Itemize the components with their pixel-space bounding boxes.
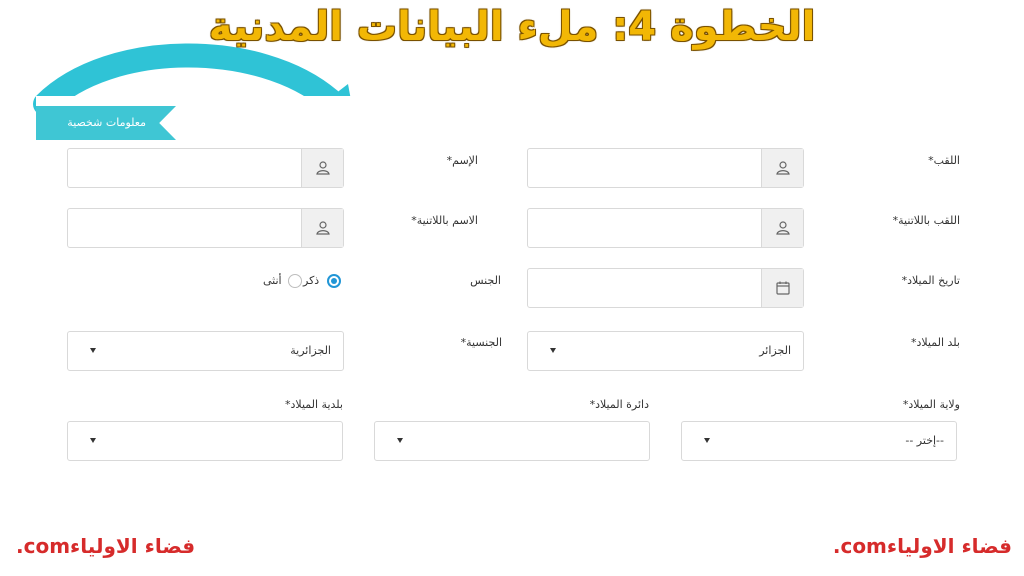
nationality-value: الجزائرية <box>290 344 331 357</box>
surname-input[interactable] <box>527 148 804 188</box>
birth-wilaya-value: --إختر -- <box>905 434 944 447</box>
footer-watermark-right: .comفضاء الاولياء <box>832 534 1012 558</box>
user-icon <box>301 209 343 247</box>
birth-daira-label: دائرة الميلاد* <box>589 398 649 411</box>
chevron-down-icon <box>550 348 556 353</box>
birth-country-value: الجزائر <box>759 344 791 357</box>
nationality-select[interactable]: الجزائرية <box>67 331 344 371</box>
chevron-down-icon <box>704 438 710 443</box>
first-name-label: الإسم* <box>446 154 478 167</box>
gender-male-label: ذكر <box>303 274 320 287</box>
footer-watermark-left: .comفضاء الاولياء <box>16 534 196 558</box>
birth-wilaya-select[interactable]: --إختر -- <box>681 421 957 461</box>
chevron-down-icon <box>90 438 96 443</box>
user-icon <box>761 149 803 187</box>
first-name-latin-input[interactable] <box>67 208 344 248</box>
gender-female-label: أنثى <box>263 274 282 287</box>
birth-date-label: تاريخ الميلاد* <box>901 274 960 287</box>
first-name-latin-label: الاسم باللاتنية* <box>411 214 478 227</box>
birth-country-select[interactable]: الجزائر <box>527 331 804 371</box>
surname-label: اللقب* <box>928 154 960 167</box>
calendar-icon[interactable] <box>761 269 803 307</box>
first-name-input[interactable] <box>67 148 344 188</box>
birth-commune-label: بلدية الميلاد* <box>285 398 343 411</box>
birth-commune-select[interactable] <box>67 421 343 461</box>
surname-latin-label: اللقب باللاتنية* <box>892 214 960 227</box>
birth-wilaya-label: ولاية الميلاد* <box>902 398 960 411</box>
gender-label: الجنس <box>470 274 501 287</box>
user-icon <box>761 209 803 247</box>
gender-female-radio[interactable] <box>288 274 302 288</box>
chevron-down-icon <box>90 348 96 353</box>
surname-latin-input[interactable] <box>527 208 804 248</box>
birth-daira-select[interactable] <box>374 421 650 461</box>
gender-male-radio[interactable] <box>327 274 341 288</box>
birth-date-input[interactable] <box>527 268 804 308</box>
chevron-down-icon <box>397 438 403 443</box>
user-icon <box>301 149 343 187</box>
nationality-label: الجنسية* <box>460 336 502 349</box>
section-ribbon: معلومات شخصية <box>36 106 176 140</box>
birth-country-label: بلد الميلاد* <box>910 336 960 349</box>
